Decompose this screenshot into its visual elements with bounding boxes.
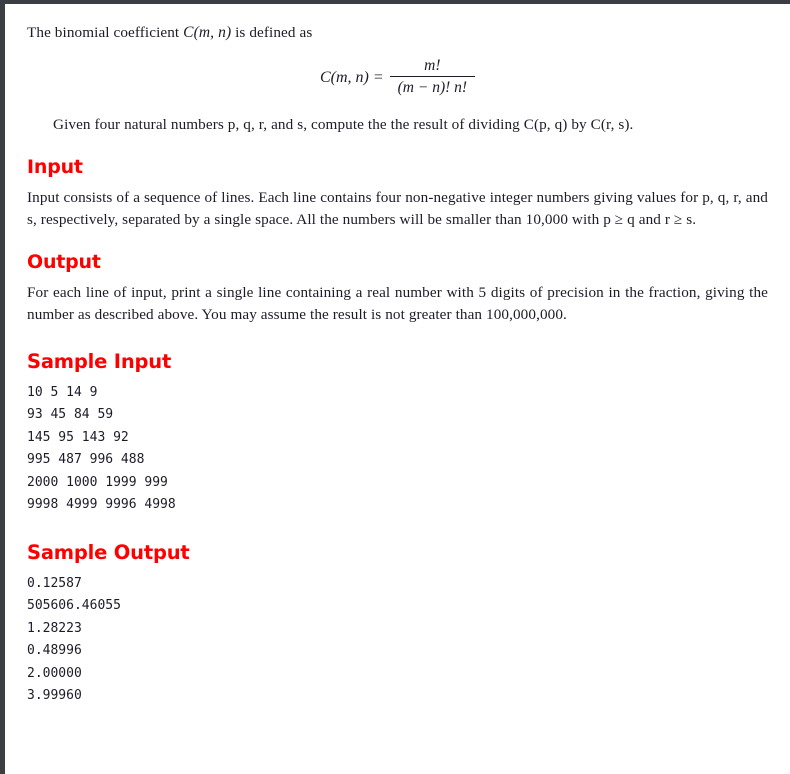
heading-sample-output: Sample Output: [27, 540, 190, 564]
intro-symbol-cmn: C(m, n): [183, 24, 232, 41]
binomial-formula: C(m, n) = m! (m − n)! n!: [27, 57, 768, 98]
heading-sample-input: Sample Input: [27, 349, 172, 373]
given-paragraph: Given four natural numbers p, q, r, and …: [53, 116, 634, 134]
problem-statement-page: The binomial coefficient C(m, n) is defi…: [0, 0, 790, 774]
formula-fraction: m! (m − n)! n!: [389, 57, 476, 97]
heading-output: Output: [27, 250, 101, 273]
formula-numerator: m!: [389, 57, 476, 78]
intro-paragraph: The binomial coefficient C(m, n) is defi…: [27, 22, 768, 44]
intro-text-post: is defined as: [231, 24, 313, 41]
input-description: Input consists of a sequence of lines. E…: [27, 189, 768, 229]
formula-expression: C(m, n) = m! (m − n)! n!: [319, 57, 476, 98]
page-content: The binomial coefficient C(m, n) is defi…: [5, 4, 790, 708]
heading-input: Input: [27, 156, 83, 179]
output-description: For each line of input, print a single l…: [27, 283, 768, 323]
formula-denominator: (m − n)! n!: [397, 79, 468, 97]
sample-input-block: 10 5 14 9 93 45 84 59 145 95 143 92 995 …: [27, 384, 176, 513]
sample-output-block: 0.12587 505606.46055 1.28223 0.48996 2.0…: [27, 575, 121, 704]
intro-text-pre: The binomial coefficient: [27, 24, 184, 41]
formula-left-hand-side: C(m, n) =: [319, 69, 384, 87]
